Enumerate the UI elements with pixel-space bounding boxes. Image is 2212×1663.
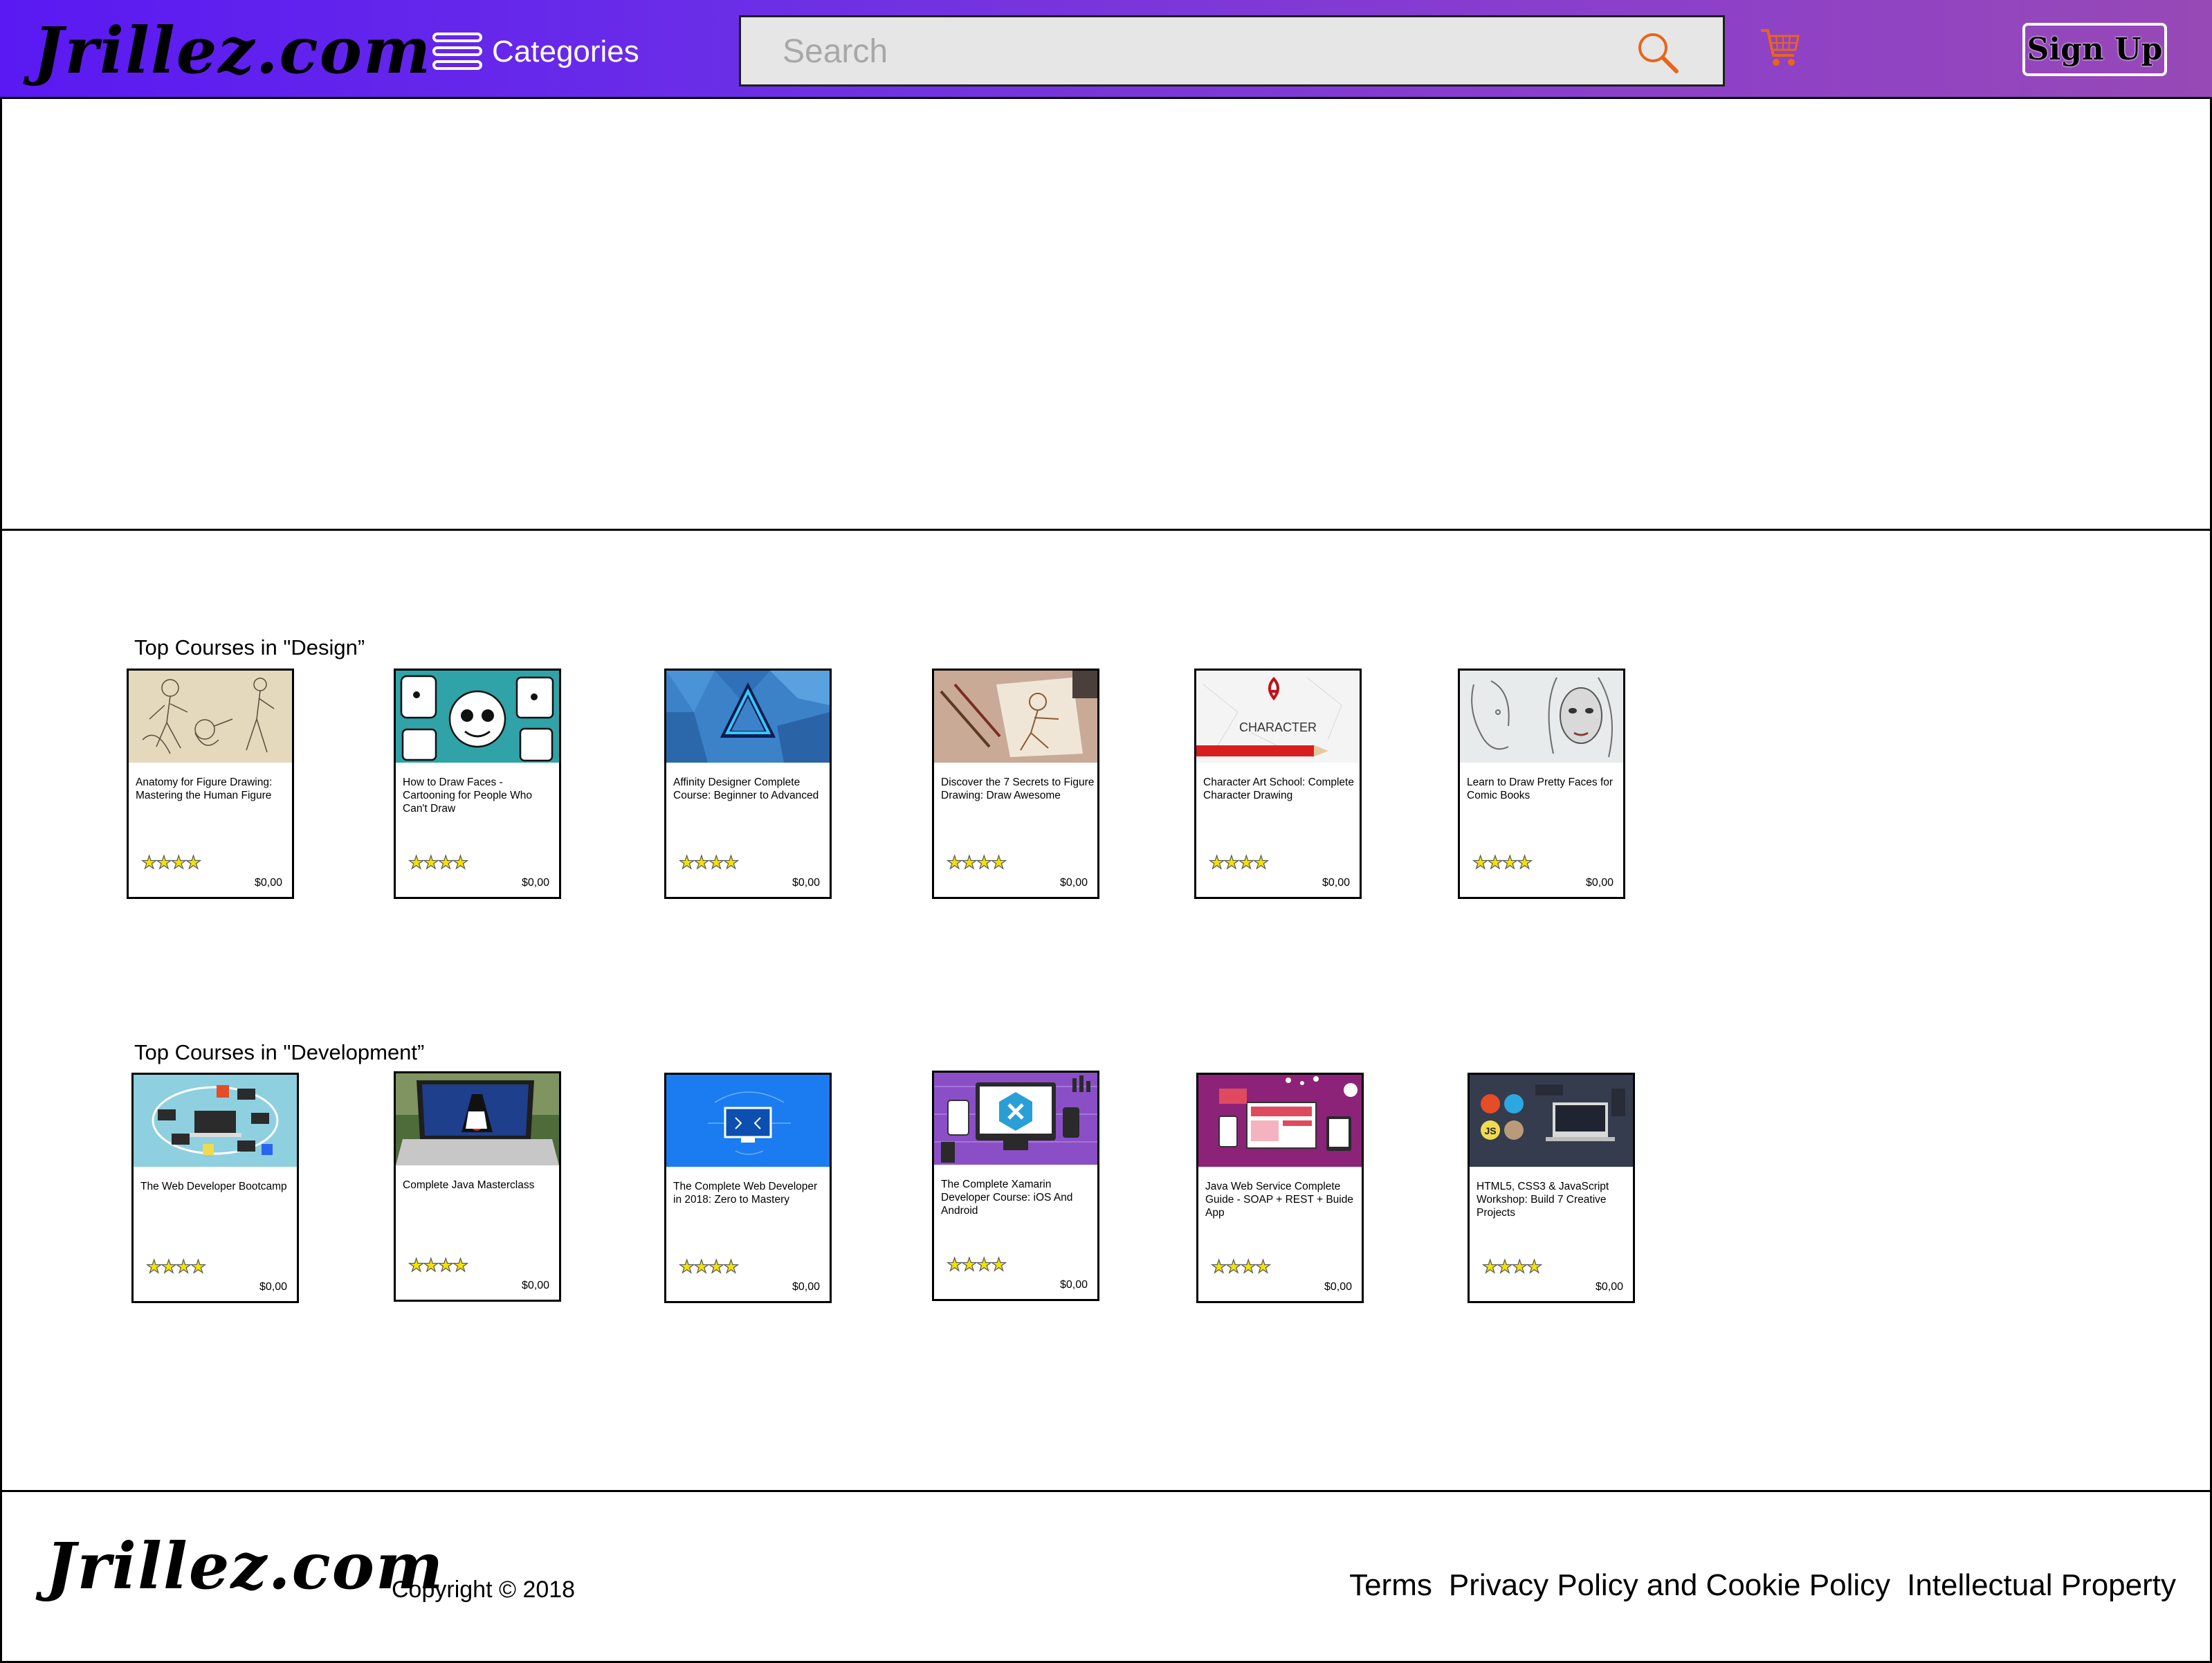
hero-banner [0,99,2212,531]
course-price: $0,00 [521,1280,549,1291]
categories-button[interactable]: Categories [432,28,639,76]
course-thumbnail [1198,1075,1362,1167]
star-rating: ★★★★ [1481,1256,1542,1277]
course-price: $0,00 [792,1281,820,1293]
course-title: Java Web Service Complete Guide - SOAP +… [1205,1181,1353,1219]
course-thumbnail [134,1075,297,1167]
course-price: $0,00 [1585,877,1614,889]
course-title: The Complete Web Developer in 2018: Zero… [673,1181,818,1206]
star-rating: ★★★★ [408,852,468,873]
star-rating: ★★★★ [678,1256,739,1277]
course-title: Learn to Draw Pretty Faces for Comic Boo… [1467,776,1614,801]
intellectual-property-link[interactable]: Intellectual Property [1907,1568,2176,1603]
star-rating: ★★★★ [140,852,201,873]
course-title: Character Art School: Complete Character… [1203,776,1354,801]
course-thumbnail [1460,671,1623,763]
course-card[interactable]: Discover the 7 Secrets to Figure Drawing… [932,669,1099,899]
cart-button[interactable] [1759,26,1801,69]
course-thumbnail [396,671,559,763]
search-input[interactable] [783,28,1613,74]
search-bar [739,15,1725,87]
course-card[interactable]: Anatomy for Figure Drawing: Mastering th… [127,669,294,899]
star-rating: ★★★★ [678,852,739,873]
course-card[interactable]: CHARACTER Character Art School: Complete… [1194,669,1362,899]
course-card[interactable]: How to Draw Faces - Cartooning for Peopl… [394,669,561,899]
course-thumbnail: CHARACTER [1196,671,1360,763]
course-card[interactable]: JS HTML5, CSS3 & JavaScript Workshop: Bu… [1468,1073,1635,1303]
star-rating: ★★★★ [1210,1256,1271,1277]
course-title: Affinity Designer Complete Course: Begin… [673,776,819,801]
search-button[interactable] [1634,28,1682,77]
page-footer: Jrillez.com Copyright © 2018 Terms Priva… [0,1490,2212,1663]
course-title: Anatomy for Figure Drawing: Mastering th… [136,776,273,801]
star-rating: ★★★★ [408,1255,468,1275]
magnifier-icon [1638,33,1679,73]
footer-logo[interactable]: Jrillez.com [46,1528,444,1604]
course-title: Discover the 7 Secrets to Figure Drawing… [941,776,1095,801]
thumbnail-text: CHARACTER [1239,720,1317,734]
course-card[interactable]: The Complete Web Developer in 2018: Zero… [664,1073,832,1303]
course-price: $0,00 [1059,1279,1088,1291]
course-title: The Web Developer Bootcamp [140,1181,287,1192]
course-card[interactable]: Learn to Draw Pretty Faces for Comic Boo… [1458,669,1625,899]
course-card[interactable]: The Complete Xamarin Developer Course: i… [932,1071,1099,1301]
top-header: Jrillez.com Categories Sign Up [0,0,2212,99]
privacy-policy-link[interactable]: Privacy Policy and Cookie Policy [1449,1568,1890,1603]
course-price: $0,00 [1595,1281,1623,1293]
course-thumbnail [666,1075,830,1167]
course-card[interactable]: Affinity Designer Complete Course: Begin… [664,669,832,899]
star-rating: ★★★★ [946,852,1007,873]
star-rating: ★★★★ [145,1256,206,1277]
course-thumbnail [396,1073,559,1165]
categories-label: Categories [492,35,639,69]
course-price: $0,00 [1059,877,1088,889]
course-price: $0,00 [1324,1281,1352,1293]
copyright-text: Copyright © 2018 [392,1576,576,1603]
course-price: $0,00 [259,1281,287,1293]
course-card[interactable]: The Web Developer Bootcamp ★★★★ $0,00 [131,1073,299,1303]
course-card[interactable]: Java Web Service Complete Guide - SOAP +… [1196,1073,1364,1303]
course-price: $0,00 [254,877,282,889]
course-thumbnail [666,671,830,763]
course-thumbnail [934,671,1097,763]
design-section-title: Top Courses in "Design” [134,635,365,660]
shopping-cart-icon [1761,29,1800,66]
course-title: How to Draw Faces - Cartooning for Peopl… [403,776,532,815]
svg-text:JS: JS [1484,1125,1496,1136]
sign-up-button[interactable]: Sign Up [2022,23,2167,76]
course-title: The Complete Xamarin Developer Course: i… [941,1179,1073,1217]
star-rating: ★★★★ [1208,852,1269,873]
course-thumbnail [934,1073,1097,1165]
terms-link[interactable]: Terms [1349,1568,1432,1603]
course-title: Complete Java Masterclass [403,1179,535,1191]
course-price: $0,00 [792,877,820,889]
course-card[interactable]: Complete Java Masterclass ★★★★ $0,00 [394,1071,561,1302]
development-section-title: Top Courses in "Development” [134,1040,425,1064]
course-price: $0,00 [521,877,549,889]
course-price: $0,00 [1322,877,1350,889]
site-logo[interactable]: Jrillez.com [33,12,432,89]
footer-links: Terms Privacy Policy and Cookie Policy I… [1349,1568,2176,1603]
course-thumbnail [129,671,292,763]
list-menu-icon [432,33,482,71]
star-rating: ★★★★ [1472,852,1533,873]
course-title: HTML5, CSS3 & JavaScript Workshop: Build… [1477,1181,1609,1219]
course-thumbnail: JS [1470,1075,1633,1167]
star-rating: ★★★★ [946,1254,1007,1275]
